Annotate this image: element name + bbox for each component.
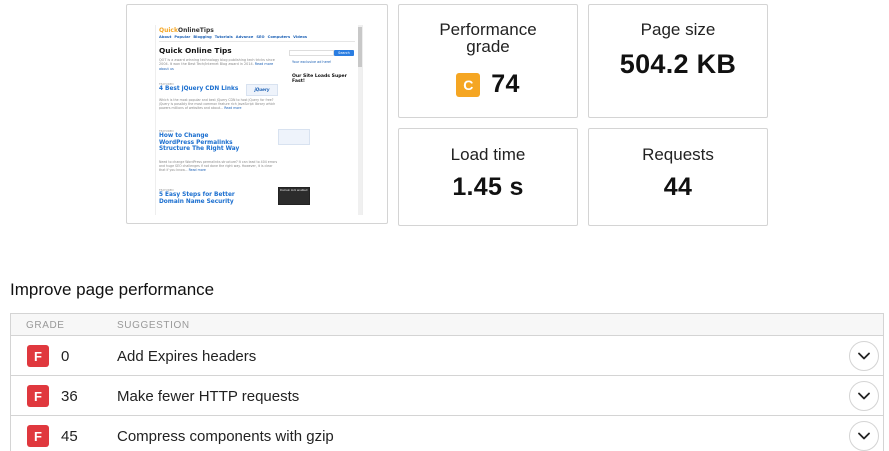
performance-grade-label: Performance grade: [439, 20, 537, 56]
site-description: QOT is a award winning technology blog p…: [159, 58, 275, 71]
performance-grade-value: 74: [491, 70, 520, 98]
site-title: Quick Online Tips: [159, 46, 232, 55]
page-size-label: Page size: [640, 20, 716, 39]
post-thumbnail: jQuery: [246, 84, 278, 96]
requests-value: 44: [663, 173, 693, 201]
post-thumbnail: [278, 129, 310, 145]
chevron-down-icon: [858, 392, 870, 400]
grade-badge: C: [456, 72, 481, 97]
suggestions-table: GRADE SUGGESTION F 0 Add Expires headers…: [10, 313, 884, 451]
site-search-box: [289, 50, 334, 56]
post-title: How to Change WordPress Permalinks Struc…: [159, 133, 240, 153]
section-title: Improve page performance: [10, 280, 215, 299]
table-row[interactable]: F 45 Compress components with gzip: [11, 416, 883, 451]
page-size-value: 504.2 KB: [619, 49, 737, 79]
table-header: GRADE SUGGESTION: [11, 314, 883, 336]
chevron-down-icon: [858, 432, 870, 440]
sidebar-heading: Our Site Loads Super Fast!: [292, 74, 347, 85]
ad-label: Your exclusive ad here!: [292, 60, 332, 64]
grade-score: 36: [61, 388, 78, 405]
chevron-down-icon: [858, 352, 870, 360]
post-excerpt: Need to change WordPress permalinks stru…: [159, 160, 278, 173]
table-row[interactable]: F 0 Add Expires headers: [11, 336, 883, 376]
page-screenshot-card: QuickOnlineTips About Popular Blogging Tuto…: [126, 4, 388, 224]
site-search-button: Search: [334, 50, 354, 56]
requests-card: Requests 44: [588, 128, 768, 226]
table-row[interactable]: F 36 Make fewer HTTP requests: [11, 376, 883, 416]
performance-grade-card: Performance grade C 74: [398, 4, 578, 118]
grade-score: 0: [61, 348, 70, 365]
grade-badge: F: [27, 425, 49, 447]
grade-badge: F: [27, 345, 49, 367]
requests-label: Requests: [642, 145, 714, 164]
expand-button[interactable]: [849, 381, 879, 411]
expand-button[interactable]: [849, 421, 879, 451]
post-excerpt: Which is the most popular and best jQuer…: [159, 98, 276, 111]
grade-score: 45: [61, 428, 78, 445]
post-thumbnail: Domain lock enabled: [278, 187, 310, 205]
grade-badge: F: [27, 385, 49, 407]
post-title: 5 Easy Steps for Better Domain Name Secu…: [159, 192, 235, 205]
thumbnail-scrollbar: [358, 25, 362, 215]
load-time-value: 1.45 s: [452, 173, 524, 201]
page-size-card: Page size 504.2 KB: [588, 4, 768, 118]
site-logo: QuickOnlineTips: [159, 27, 214, 34]
suggestion-text: Compress components with gzip: [117, 428, 334, 445]
column-header-suggestion: SUGGESTION: [117, 320, 190, 331]
suggestion-text: Make fewer HTTP requests: [117, 388, 300, 405]
load-time-label: Load time: [450, 145, 526, 164]
expand-button[interactable]: [849, 341, 879, 371]
site-nav: About Popular Blogging Tutorials Advance SEO C…: [159, 35, 308, 39]
page-screenshot: QuickOnlineTips About Popular Blogging Tuto…: [155, 25, 363, 215]
load-time-card: Load time 1.45 s: [398, 128, 578, 226]
suggestion-text: Add Expires headers: [117, 348, 257, 365]
column-header-grade: GRADE: [26, 320, 65, 331]
